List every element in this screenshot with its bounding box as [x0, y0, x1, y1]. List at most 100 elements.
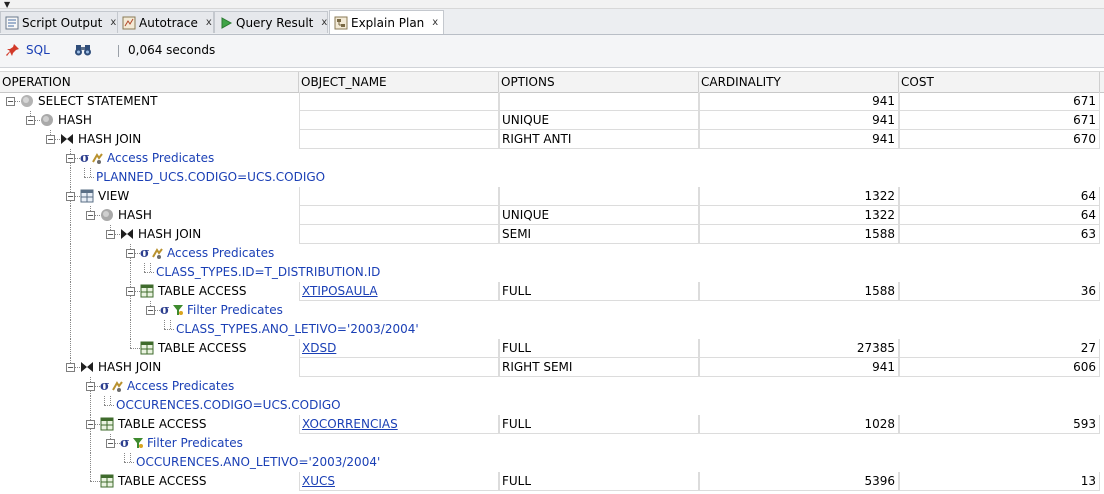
predicate-text: CLASS_TYPES.ID=T_DISTRIBUTION.ID — [156, 265, 381, 279]
toolbar: SQL 0,064 seconds — [0, 35, 1104, 68]
object-name-link[interactable]: XOCORRENCIAS — [299, 415, 499, 434]
tree-guide-line — [70, 282, 71, 301]
operation-label: Filter Predicates — [187, 303, 283, 317]
column-header-cardinality[interactable]: CARDINALITY — [699, 72, 899, 92]
table-row[interactable]: − σ Filter Predicates — [0, 301, 1104, 320]
operation-label: Access Predicates — [127, 379, 235, 393]
cost-cell: 671 — [899, 111, 1100, 130]
panel-top-strip: ▼ — [0, 0, 1104, 9]
tree-guide-line — [70, 301, 71, 320]
cardinality-cell: 941 — [699, 92, 899, 111]
table-row[interactable]: − TABLE ACCESS XTIPOSAULA FULL 1588 36 — [0, 282, 1104, 301]
tree-guide-line — [70, 244, 71, 263]
table-row[interactable]: OCCURENCES.CODIGO=UCS.CODIGO — [0, 396, 1104, 415]
collapse-toggle[interactable]: − — [46, 135, 55, 144]
table-row[interactable]: − σ Access Predicates — [0, 377, 1104, 396]
tree-guide-line — [84, 177, 94, 178]
table-row[interactable]: − VIEW 1322 64 — [0, 187, 1104, 206]
operation-label: TABLE ACCESS — [158, 341, 247, 355]
tree-guide-line — [104, 405, 114, 406]
table-row[interactable]: TABLE ACCESS XUCS FULL 5396 13 — [0, 472, 1104, 491]
collapse-toggle[interactable]: − — [66, 192, 75, 201]
table-row[interactable]: − HASH UNIQUE 941 671 — [0, 111, 1104, 130]
table-row[interactable]: OCCURENCES.ANO_LETIVO='2003/2004' — [0, 453, 1104, 472]
collapse-toggle[interactable]: − — [86, 420, 95, 429]
table-row[interactable]: − σ Filter Predicates — [0, 434, 1104, 453]
column-header-operation[interactable]: OPERATION — [0, 72, 299, 92]
column-header-cost[interactable]: COST — [899, 72, 1100, 92]
options-cell: UNIQUE — [499, 206, 699, 225]
collapse-toggle[interactable]: − — [106, 439, 115, 448]
tree-guide-line — [70, 263, 71, 282]
close-icon[interactable]: x — [321, 17, 327, 28]
table-row[interactable]: − TABLE ACCESS XOCORRENCIAS FULL 1028 593 — [0, 415, 1104, 434]
access-predicates-icon: σ — [80, 151, 103, 166]
object-name-cell — [299, 92, 499, 111]
object-name-cell — [299, 358, 499, 377]
tree-guide-line — [90, 453, 91, 472]
tree-guide-line — [70, 225, 71, 244]
operation-label: HASH JOIN — [98, 360, 162, 374]
close-icon[interactable]: x — [432, 17, 438, 28]
operation-label: Access Predicates — [107, 151, 215, 165]
table-row[interactable]: − HASH JOIN RIGHT ANTI 941 670 — [0, 130, 1104, 149]
table-row[interactable]: − HASH UNIQUE 1322 64 — [0, 206, 1104, 225]
cardinality-cell: 5396 — [699, 472, 899, 491]
close-icon[interactable]: x — [110, 17, 116, 28]
pin-button[interactable]: SQL — [6, 43, 50, 57]
object-name-link[interactable]: XDSD — [299, 339, 499, 358]
tab-script-output[interactable]: Script Output x — [0, 11, 130, 33]
explain-plan-icon — [334, 16, 348, 30]
collapse-toggle[interactable]: − — [106, 230, 115, 239]
table-row[interactable]: − HASH JOIN RIGHT SEMI 941 606 — [0, 358, 1104, 377]
operation-label: VIEW — [98, 189, 130, 203]
cardinality-cell: 1588 — [699, 282, 899, 301]
cost-cell: 64 — [899, 206, 1100, 225]
table-row[interactable]: TABLE ACCESS XDSD FULL 27385 27 — [0, 339, 1104, 358]
cardinality-cell: 941 — [699, 358, 899, 377]
collapse-toggle[interactable]: − — [146, 306, 155, 315]
options-cell: UNIQUE — [499, 111, 699, 130]
cost-cell: 606 — [899, 358, 1100, 377]
column-header-options[interactable]: OPTIONS — [499, 72, 699, 92]
tree-cell: CLASS_TYPES.ANO_LETIVO='2003/2004' — [0, 320, 419, 339]
table-row[interactable]: − σ Access Predicates — [0, 149, 1104, 168]
table-row[interactable]: CLASS_TYPES.ID=T_DISTRIBUTION.ID — [0, 263, 1104, 282]
table-row[interactable]: PLANNED_UCS.CODIGO=UCS.CODIGO — [0, 168, 1104, 187]
collapse-toggle[interactable]: − — [6, 97, 15, 106]
collapse-toggle[interactable]: − — [66, 363, 75, 372]
table-row[interactable]: − σ Access Predicates — [0, 244, 1104, 263]
tree-cell: − HASH — [0, 206, 298, 225]
sql-button-label[interactable]: SQL — [26, 43, 50, 57]
collapse-toggle[interactable]: − — [86, 382, 95, 391]
collapse-toggle[interactable]: − — [66, 154, 75, 163]
collapse-toggle[interactable]: − — [126, 249, 135, 258]
object-name-link[interactable]: XTIPOSAULA — [299, 282, 499, 301]
tree-guide-line — [70, 320, 71, 339]
cardinality-cell: 27385 — [699, 339, 899, 358]
table-row[interactable]: − SELECT STATEMENT 941 671 — [0, 92, 1104, 111]
svg-text:σ: σ — [160, 303, 170, 317]
tree-cell: TABLE ACCESS — [0, 339, 298, 358]
panel-menu-arrow-icon[interactable]: ▼ — [4, 1, 10, 9]
tab-query-result[interactable]: Query Result x — [214, 11, 328, 33]
tree-guide-line — [104, 396, 105, 405]
script-output-icon — [5, 16, 19, 30]
column-header-object-name[interactable]: OBJECT_NAME — [299, 72, 499, 92]
hash-icon — [40, 113, 54, 127]
collapse-toggle[interactable]: − — [86, 211, 95, 220]
close-icon[interactable]: x — [206, 17, 212, 28]
svg-text:σ: σ — [100, 379, 110, 393]
collapse-toggle[interactable]: − — [126, 287, 135, 296]
tree-guide-line — [130, 339, 131, 348]
collapse-toggle[interactable]: − — [26, 116, 35, 125]
object-name-link[interactable]: XUCS — [299, 472, 499, 491]
tab-explain-plan[interactable]: Explain Plan x — [329, 10, 444, 34]
find-button[interactable] — [74, 43, 92, 57]
plan-tree-table: − SELECT STATEMENT 941 671− HASH UNIQUE 941 671… — [0, 92, 1104, 491]
table-row[interactable]: − HASH JOIN SEMI 1588 63 — [0, 225, 1104, 244]
tab-autotrace[interactable]: Autotrace x — [117, 11, 214, 33]
options-cell: RIGHT ANTI — [499, 130, 699, 149]
options-cell — [499, 92, 699, 111]
table-row[interactable]: CLASS_TYPES.ANO_LETIVO='2003/2004' — [0, 320, 1104, 339]
